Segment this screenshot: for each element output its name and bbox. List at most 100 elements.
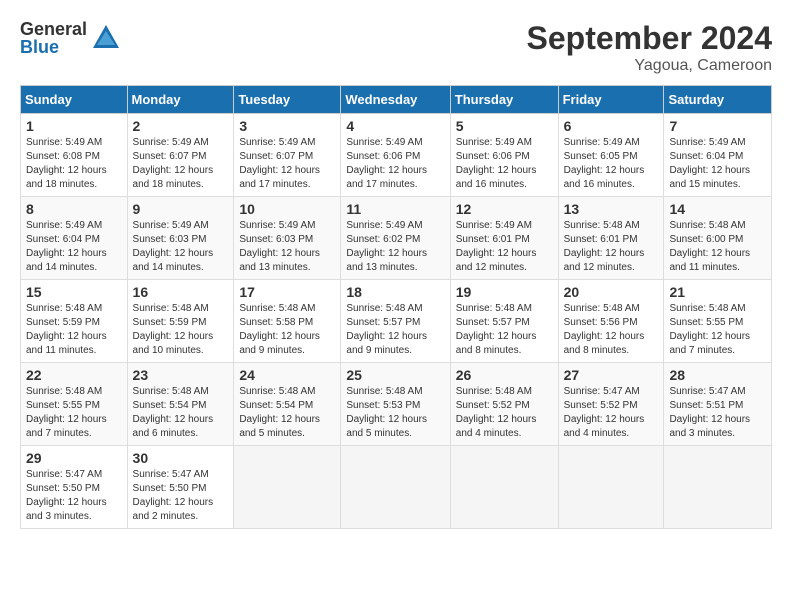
day-info: Sunrise: 5:49 AM Sunset: 6:03 PM Dayligh… bbox=[133, 219, 229, 275]
calendar-header-tuesday: Tuesday bbox=[234, 86, 341, 114]
calendar-header-saturday: Saturday bbox=[664, 86, 772, 114]
day-number: 25 bbox=[346, 367, 444, 383]
calendar-header-wednesday: Wednesday bbox=[341, 86, 450, 114]
day-info: Sunrise: 5:49 AM Sunset: 6:08 PM Dayligh… bbox=[26, 136, 122, 192]
day-info: Sunrise: 5:48 AM Sunset: 5:53 PM Dayligh… bbox=[346, 385, 444, 441]
calendar-cell: 15 Sunrise: 5:48 AM Sunset: 5:59 PM Dayli… bbox=[21, 280, 128, 363]
calendar-cell bbox=[234, 446, 341, 529]
calendar-cell: 10 Sunrise: 5:49 AM Sunset: 6:03 PM Dayli… bbox=[234, 197, 341, 280]
day-number: 10 bbox=[239, 201, 335, 217]
calendar-table: SundayMondayTuesdayWednesdayThursdayFrid… bbox=[20, 85, 772, 529]
day-number: 4 bbox=[346, 118, 444, 134]
day-number: 3 bbox=[239, 118, 335, 134]
day-info: Sunrise: 5:49 AM Sunset: 6:07 PM Dayligh… bbox=[239, 136, 335, 192]
day-info: Sunrise: 5:48 AM Sunset: 5:59 PM Dayligh… bbox=[26, 302, 122, 358]
day-info: Sunrise: 5:49 AM Sunset: 6:04 PM Dayligh… bbox=[669, 136, 766, 192]
calendar-header-friday: Friday bbox=[558, 86, 664, 114]
calendar-cell: 2 Sunrise: 5:49 AM Sunset: 6:07 PM Daylig… bbox=[127, 114, 234, 197]
logo-icon bbox=[91, 23, 121, 53]
day-number: 13 bbox=[564, 201, 659, 217]
calendar-cell: 20Sunrise: 5:48 AM Sunset: 5:56 PM Dayli… bbox=[558, 280, 664, 363]
calendar-cell: 14 Sunrise: 5:48 AM Sunset: 6:00 PM Dayli… bbox=[664, 197, 772, 280]
calendar-cell bbox=[664, 446, 772, 529]
calendar-cell: 1 Sunrise: 5:49 AM Sunset: 6:08 PM Daylig… bbox=[21, 114, 128, 197]
calendar-header-row: SundayMondayTuesdayWednesdayThursdayFrid… bbox=[21, 86, 772, 114]
day-number: 2 bbox=[133, 118, 229, 134]
calendar-header-sunday: Sunday bbox=[21, 86, 128, 114]
day-number: 11 bbox=[346, 201, 444, 217]
calendar-cell: 27Sunrise: 5:47 AM Sunset: 5:52 PM Dayli… bbox=[558, 363, 664, 446]
calendar-cell: 11 Sunrise: 5:49 AM Sunset: 6:02 PM Dayli… bbox=[341, 197, 450, 280]
day-info: Sunrise: 5:48 AM Sunset: 5:54 PM Dayligh… bbox=[133, 385, 229, 441]
day-info: Sunrise: 5:48 AM Sunset: 5:58 PM Dayligh… bbox=[239, 302, 335, 358]
day-info: Sunrise: 5:49 AM Sunset: 6:02 PM Dayligh… bbox=[346, 219, 444, 275]
calendar-cell bbox=[558, 446, 664, 529]
location-title: Yagoua, Cameroon bbox=[527, 57, 772, 75]
day-info: Sunrise: 5:49 AM Sunset: 6:03 PM Dayligh… bbox=[239, 219, 335, 275]
logo: General Blue bbox=[20, 20, 121, 56]
calendar-week-row: 22 Sunrise: 5:48 AM Sunset: 5:55 PM Dayli… bbox=[21, 363, 772, 446]
day-number: 17 bbox=[239, 284, 335, 300]
calendar-cell: 6Sunrise: 5:49 AM Sunset: 6:05 PM Daylig… bbox=[558, 114, 664, 197]
calendar-cell: 8Sunrise: 5:49 AM Sunset: 6:04 PM Daylig… bbox=[21, 197, 128, 280]
day-info: Sunrise: 5:48 AM Sunset: 5:54 PM Dayligh… bbox=[239, 385, 335, 441]
day-number: 14 bbox=[669, 201, 766, 217]
day-info: Sunrise: 5:49 AM Sunset: 6:07 PM Dayligh… bbox=[133, 136, 229, 192]
day-number: 27 bbox=[564, 367, 659, 383]
calendar-week-row: 15 Sunrise: 5:48 AM Sunset: 5:59 PM Dayli… bbox=[21, 280, 772, 363]
calendar-cell: 18Sunrise: 5:48 AM Sunset: 5:57 PM Dayli… bbox=[341, 280, 450, 363]
day-info: Sunrise: 5:47 AM Sunset: 5:51 PM Dayligh… bbox=[669, 385, 766, 441]
calendar-cell: 25 Sunrise: 5:48 AM Sunset: 5:53 PM Dayli… bbox=[341, 363, 450, 446]
day-number: 22 bbox=[26, 367, 122, 383]
day-info: Sunrise: 5:48 AM Sunset: 6:01 PM Dayligh… bbox=[564, 219, 659, 275]
day-number: 7 bbox=[669, 118, 766, 134]
calendar-week-row: 29 Sunrise: 5:47 AM Sunset: 5:50 PM Dayli… bbox=[21, 446, 772, 529]
calendar-week-row: 8Sunrise: 5:49 AM Sunset: 6:04 PM Daylig… bbox=[21, 197, 772, 280]
calendar-cell: 26Sunrise: 5:48 AM Sunset: 5:52 PM Dayli… bbox=[450, 363, 558, 446]
day-number: 1 bbox=[26, 118, 122, 134]
calendar-cell: 22 Sunrise: 5:48 AM Sunset: 5:55 PM Dayli… bbox=[21, 363, 128, 446]
day-info: Sunrise: 5:47 AM Sunset: 5:50 PM Dayligh… bbox=[26, 468, 122, 524]
day-number: 21 bbox=[669, 284, 766, 300]
day-info: Sunrise: 5:48 AM Sunset: 5:57 PM Dayligh… bbox=[346, 302, 444, 358]
day-number: 28 bbox=[669, 367, 766, 383]
calendar-cell bbox=[341, 446, 450, 529]
day-number: 5 bbox=[456, 118, 553, 134]
logo-general-text: General bbox=[20, 20, 87, 38]
day-number: 16 bbox=[133, 284, 229, 300]
day-info: Sunrise: 5:48 AM Sunset: 6:00 PM Dayligh… bbox=[669, 219, 766, 275]
calendar-cell: 9 Sunrise: 5:49 AM Sunset: 6:03 PM Daylig… bbox=[127, 197, 234, 280]
calendar-cell: 21 Sunrise: 5:48 AM Sunset: 5:55 PM Dayli… bbox=[664, 280, 772, 363]
calendar-cell: 23 Sunrise: 5:48 AM Sunset: 5:54 PM Dayli… bbox=[127, 363, 234, 446]
calendar-cell: 7 Sunrise: 5:49 AM Sunset: 6:04 PM Daylig… bbox=[664, 114, 772, 197]
calendar-week-row: 1 Sunrise: 5:49 AM Sunset: 6:08 PM Daylig… bbox=[21, 114, 772, 197]
day-number: 23 bbox=[133, 367, 229, 383]
calendar-cell: 3 Sunrise: 5:49 AM Sunset: 6:07 PM Daylig… bbox=[234, 114, 341, 197]
calendar-cell: 12 Sunrise: 5:49 AM Sunset: 6:01 PM Dayli… bbox=[450, 197, 558, 280]
calendar-cell: 17 Sunrise: 5:48 AM Sunset: 5:58 PM Dayli… bbox=[234, 280, 341, 363]
calendar-cell: 28 Sunrise: 5:47 AM Sunset: 5:51 PM Dayli… bbox=[664, 363, 772, 446]
day-info: Sunrise: 5:48 AM Sunset: 5:56 PM Dayligh… bbox=[564, 302, 659, 358]
calendar-cell: 24 Sunrise: 5:48 AM Sunset: 5:54 PM Dayli… bbox=[234, 363, 341, 446]
calendar-header-thursday: Thursday bbox=[450, 86, 558, 114]
month-title: September 2024 bbox=[527, 20, 772, 57]
page-header: General Blue September 2024 Yagoua, Came… bbox=[20, 20, 772, 75]
calendar-cell: 13 Sunrise: 5:48 AM Sunset: 6:01 PM Dayli… bbox=[558, 197, 664, 280]
day-number: 15 bbox=[26, 284, 122, 300]
day-number: 6 bbox=[564, 118, 659, 134]
calendar-cell: 19Sunrise: 5:48 AM Sunset: 5:57 PM Dayli… bbox=[450, 280, 558, 363]
day-number: 29 bbox=[26, 450, 122, 466]
day-number: 24 bbox=[239, 367, 335, 383]
calendar-cell: 4Sunrise: 5:49 AM Sunset: 6:06 PM Daylig… bbox=[341, 114, 450, 197]
calendar-cell bbox=[450, 446, 558, 529]
day-number: 19 bbox=[456, 284, 553, 300]
calendar-header-monday: Monday bbox=[127, 86, 234, 114]
day-info: Sunrise: 5:49 AM Sunset: 6:06 PM Dayligh… bbox=[456, 136, 553, 192]
day-number: 12 bbox=[456, 201, 553, 217]
day-number: 26 bbox=[456, 367, 553, 383]
day-info: Sunrise: 5:49 AM Sunset: 6:01 PM Dayligh… bbox=[456, 219, 553, 275]
day-number: 9 bbox=[133, 201, 229, 217]
day-info: Sunrise: 5:48 AM Sunset: 5:55 PM Dayligh… bbox=[26, 385, 122, 441]
calendar-cell: 16Sunrise: 5:48 AM Sunset: 5:59 PM Dayli… bbox=[127, 280, 234, 363]
day-info: Sunrise: 5:48 AM Sunset: 5:55 PM Dayligh… bbox=[669, 302, 766, 358]
